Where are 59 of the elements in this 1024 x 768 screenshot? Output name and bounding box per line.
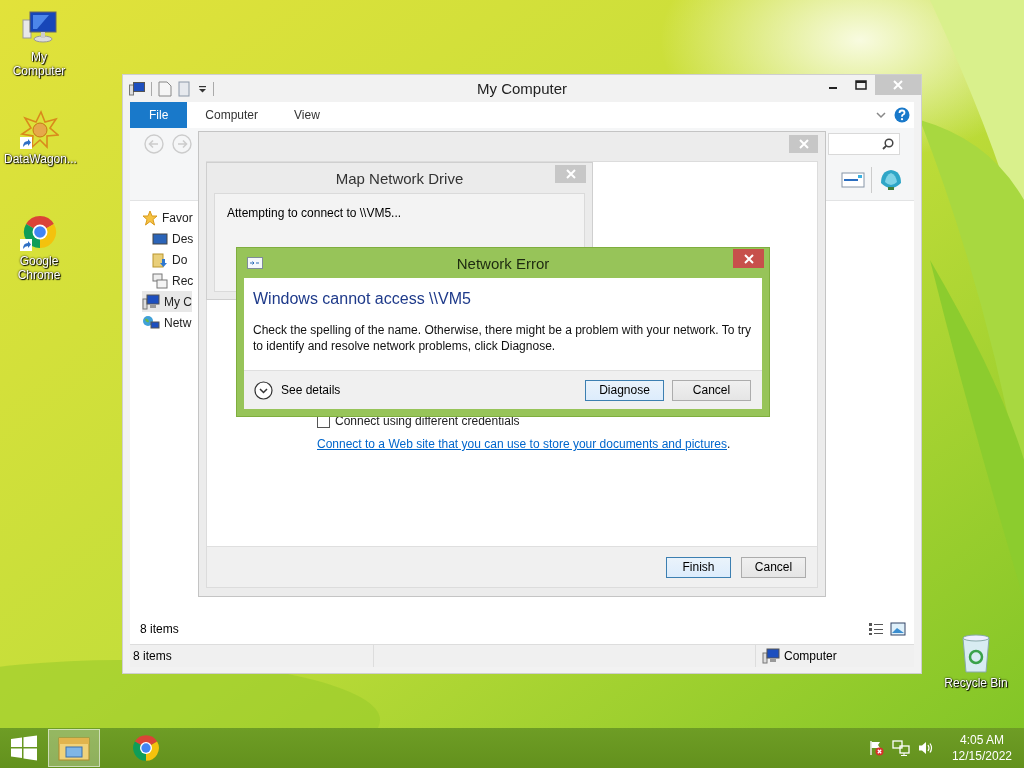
time-text: 4:05 AM [959, 732, 1004, 748]
star-icon [142, 209, 158, 226]
maximize-icon[interactable] [855, 80, 867, 90]
progress-message: Attempting to connect to \\VM5... [227, 206, 402, 220]
start-button[interactable] [10, 735, 38, 761]
diagnose-button[interactable]: Diagnose [585, 379, 664, 401]
see-details-toggle[interactable]: See details [281, 383, 341, 397]
desktop-icon [152, 230, 168, 247]
computer-icon [762, 648, 780, 664]
window-title: My Computer [477, 80, 567, 97]
nav-item[interactable]: Netw [142, 312, 192, 333]
recent-places-icon [152, 272, 168, 289]
search-icon[interactable] [882, 138, 894, 150]
error-heading: Windows cannot access \\VM5 [253, 290, 472, 308]
star-pattern-icon[interactable] [19, 110, 59, 150]
dialog-title: Map Network Drive [335, 169, 464, 187]
status-text: 8 items [132, 649, 172, 663]
ribbon-tab[interactable]: Computer [187, 102, 277, 128]
link-sentence: Connect to a Web site that you can use to store your documents and pictures. [317, 437, 732, 451]
thumbnail-view-icon[interactable] [890, 622, 906, 636]
cancel-button[interactable]: Cancel [672, 379, 751, 401]
speaker-icon[interactable] [917, 740, 934, 756]
chevron-down-icon[interactable] [876, 111, 886, 119]
computer-icon [142, 293, 160, 310]
close-icon[interactable] [743, 253, 754, 264]
finish-button[interactable]: Finish [666, 556, 731, 578]
shell-icon[interactable] [878, 167, 904, 193]
downloads-folder-icon [152, 251, 168, 268]
ribbon-tab[interactable]: View [276, 102, 338, 128]
error-message: Check the spelling of the name. Otherwise, there might be a problem with your network. To try to identify and resolve network problems, click Diagnose. [253, 322, 753, 354]
window-icon [247, 257, 263, 269]
item-count: 8 items [140, 622, 179, 636]
nav-item[interactable]: Des [152, 228, 194, 249]
folder-taskbar-button[interactable] [48, 729, 100, 767]
file-tab[interactable]: File [130, 102, 188, 128]
close-button[interactable] [733, 249, 764, 268]
computer-icon[interactable] [129, 81, 145, 96]
clock[interactable]: 4:05 AM 12/15/2022 [951, 732, 1012, 764]
nav-item[interactable]: Favor [142, 207, 193, 228]
search-field[interactable] [828, 133, 900, 155]
chrome-icon[interactable] [130, 732, 162, 764]
checkbox-label[interactable]: Connect using different credentials [335, 414, 520, 428]
nav-item[interactable]: My C [142, 291, 192, 312]
network-icon [142, 314, 160, 331]
cancel-button[interactable]: Cancel [741, 556, 806, 578]
envelope-icon[interactable] [841, 171, 865, 189]
dropdown-icon[interactable] [198, 84, 207, 93]
web-site-link[interactable]: Connect to a Web site that you can use to store your documents and pictures [317, 437, 727, 451]
flag-error-icon[interactable] [867, 740, 884, 756]
help-icon[interactable] [894, 107, 910, 123]
nav-item[interactable]: Rec [152, 270, 194, 291]
document-icon[interactable] [158, 80, 172, 97]
network-icon[interactable] [891, 740, 910, 756]
date-text: 12/15/2022 [951, 748, 1012, 764]
details-view-icon[interactable] [868, 622, 884, 636]
dialog-title: Network Error [456, 254, 550, 272]
location-text: Computer [784, 649, 837, 663]
nav-item[interactable]: Do [152, 249, 188, 270]
expand-icon[interactable] [254, 380, 273, 400]
